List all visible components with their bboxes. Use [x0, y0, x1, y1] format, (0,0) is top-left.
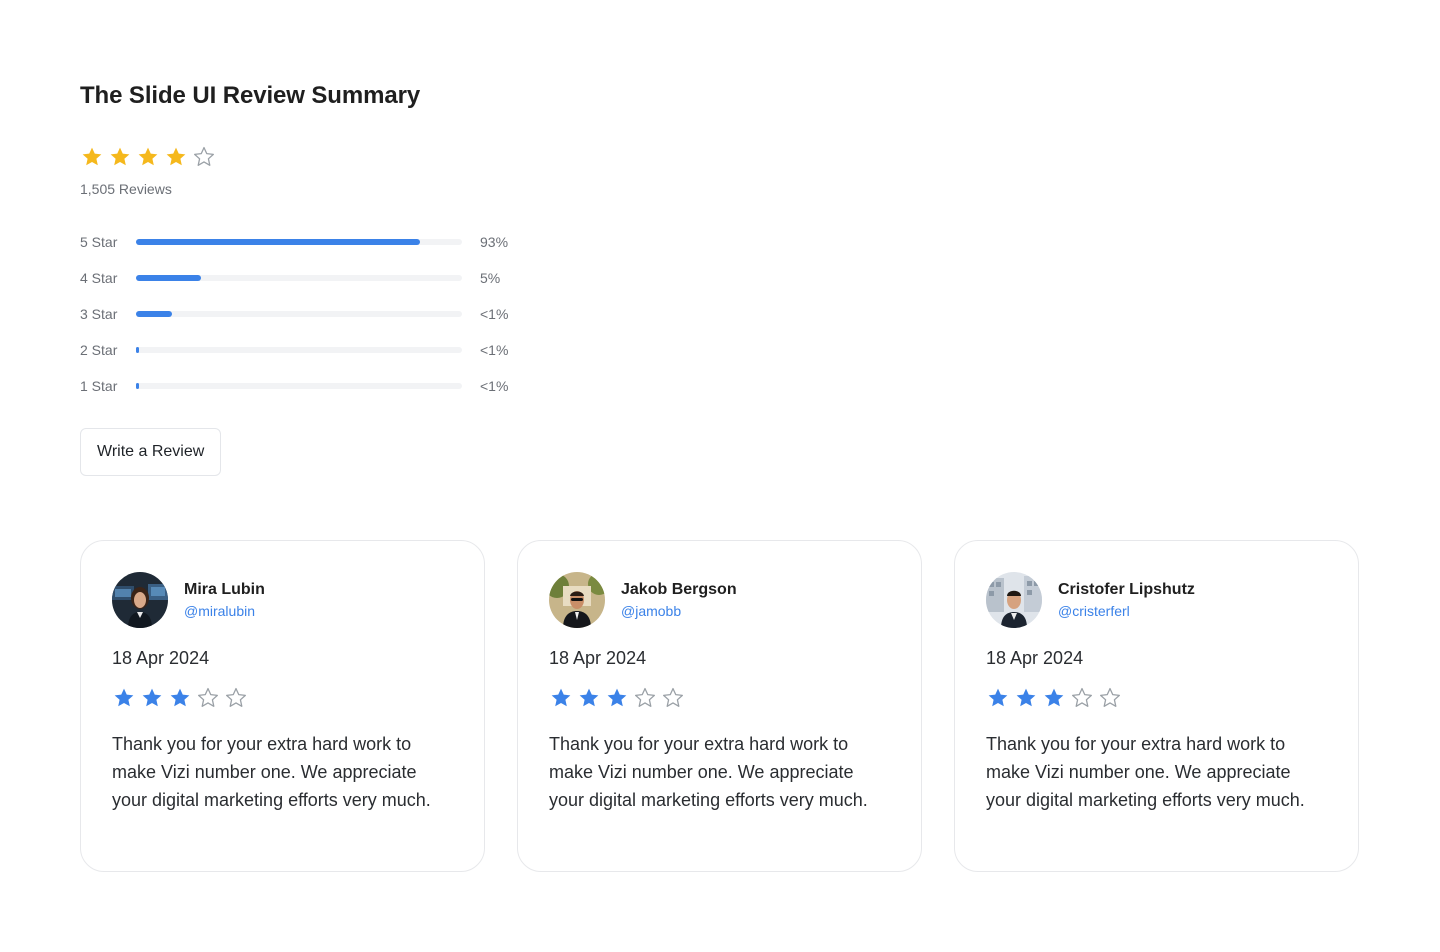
reviewer-name: Mira Lubin	[184, 581, 265, 598]
star-empty-icon	[633, 686, 657, 710]
review-date: 18 Apr 2024	[549, 648, 647, 668]
rating-bar-track	[136, 347, 462, 353]
rating-bar-track	[136, 311, 462, 317]
star-filled-icon	[112, 686, 136, 710]
rating-row: 2 Star <1%	[80, 340, 520, 360]
avatar[interactable]	[112, 572, 168, 628]
review-author: Cristofer Lipshutz @cristerferl	[986, 572, 1327, 628]
review-star-rating	[549, 686, 890, 710]
reviewer-handle[interactable]: @jamobb	[621, 601, 737, 621]
reviewer-name: Cristofer Lipshutz	[1058, 581, 1195, 598]
star-empty-icon	[661, 686, 685, 710]
star-filled-icon	[577, 686, 601, 710]
star-filled-icon	[986, 686, 1010, 710]
review-summary: The Slide UI Review Summary	[80, 80, 420, 112]
rating-row-percent: 5%	[480, 270, 501, 286]
reviewer-handle[interactable]: @cristerferl	[1058, 601, 1195, 621]
star-empty-icon	[1098, 686, 1122, 710]
star-filled-icon	[605, 686, 629, 710]
rating-bar-fill	[136, 275, 202, 281]
rating-bar-track	[136, 239, 462, 245]
star-filled-icon	[108, 145, 132, 169]
star-filled-icon	[164, 145, 188, 169]
review-text: Thank you for your extra hard work to ma…	[549, 734, 868, 810]
review-count: 1,505 Reviews	[80, 181, 172, 197]
rating-row-label: 3 Star	[80, 306, 118, 322]
star-empty-icon	[224, 686, 248, 710]
rating-row: 4 Star 5%	[80, 268, 520, 288]
star-filled-icon	[140, 686, 164, 710]
rating-bar-fill	[136, 239, 420, 245]
review-card: Cristofer Lipshutz @cristerferl 18 Apr 202…	[954, 540, 1359, 872]
review-date: 18 Apr 2024	[986, 648, 1084, 668]
rating-bar-fill	[136, 311, 172, 317]
star-filled-icon	[1042, 686, 1066, 710]
star-filled-icon	[1014, 686, 1038, 710]
review-date: 18 Apr 2024	[112, 648, 210, 668]
write-review-button[interactable]: Write a Review	[80, 428, 222, 476]
summary-star-rating	[80, 145, 216, 169]
star-empty-icon	[196, 686, 220, 710]
star-empty-icon	[192, 145, 216, 169]
star-filled-icon	[168, 686, 192, 710]
rating-bar-fill	[136, 383, 140, 389]
rating-bar-track	[136, 275, 462, 281]
page-title: The Slide UI Review Summary	[80, 82, 421, 109]
star-filled-icon	[549, 686, 573, 710]
avatar[interactable]	[549, 572, 605, 628]
reviewer-handle[interactable]: @miralubin	[184, 601, 265, 621]
reviewer-name: Jakob Bergson	[621, 581, 737, 598]
rating-bar-fill	[136, 347, 140, 353]
review-text: Thank you for your extra hard work to ma…	[986, 734, 1305, 810]
rating-row-percent: <1%	[480, 342, 509, 358]
review-text: Thank you for your extra hard work to ma…	[112, 734, 431, 810]
rating-bar-track	[136, 383, 462, 389]
avatar[interactable]	[986, 572, 1042, 628]
rating-row-percent: 93%	[480, 234, 509, 250]
review-cards: Mira Lubin @miralubin 18 Apr 2024 Thank you…	[80, 540, 1359, 872]
rating-row-label: 4 Star	[80, 270, 118, 286]
rating-row-label: 2 Star	[80, 342, 118, 358]
star-empty-icon	[1070, 686, 1094, 710]
rating-distribution: 5 Star 93% 4 Star 5% 3 Star <1% 2 Star <1% 1 Sta…	[80, 232, 520, 412]
rating-row: 3 Star <1%	[80, 304, 520, 324]
review-author: Mira Lubin @miralubin	[112, 572, 453, 628]
rating-row: 5 Star 93%	[80, 232, 520, 252]
rating-row-percent: <1%	[480, 306, 509, 322]
review-author: Jakob Bergson @jamobb	[549, 572, 890, 628]
rating-row-percent: <1%	[480, 378, 509, 394]
star-filled-icon	[80, 145, 104, 169]
review-card: Mira Lubin @miralubin 18 Apr 2024 Thank you…	[80, 540, 485, 872]
review-star-rating	[986, 686, 1327, 710]
rating-row: 1 Star <1%	[80, 376, 520, 396]
rating-row-label: 1 Star	[80, 378, 118, 394]
star-filled-icon	[136, 145, 160, 169]
rating-row-label: 5 Star	[80, 234, 118, 250]
review-card: Jakob Bergson @jamobb 18 Apr 2024 Thank you…	[517, 540, 922, 872]
review-star-rating	[112, 686, 453, 710]
